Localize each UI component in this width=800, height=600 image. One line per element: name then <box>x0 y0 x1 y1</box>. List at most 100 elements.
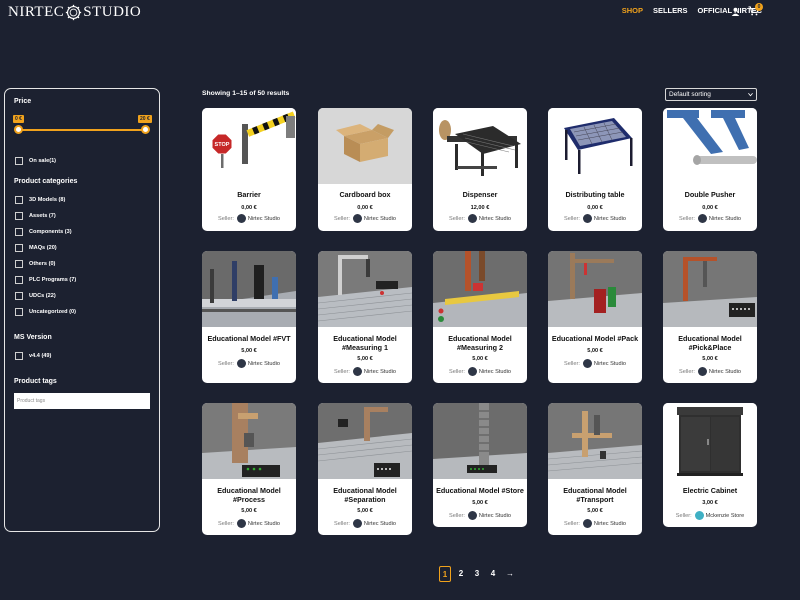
product-image-cardboard-box[interactable] <box>318 108 412 184</box>
product-card[interactable]: Educational Model #Pick&Place 5,00 € Sel… <box>663 251 757 383</box>
sort-select[interactable]: Default sorting <box>665 88 757 101</box>
product-card[interactable]: Dispenser 12,00 € Seller: Nirtec Studio <box>433 108 527 231</box>
category-label: PLC Programs (7) <box>29 277 77 283</box>
ms-version-item[interactable]: v4.4 (49) <box>15 352 51 360</box>
product-image-double-pusher[interactable] <box>663 108 757 184</box>
product-image-dispenser[interactable] <box>433 108 527 184</box>
product-seller[interactable]: Seller: Nirtec Studio <box>202 359 296 368</box>
product-title[interactable]: Educational Model #Separation <box>320 486 410 504</box>
product-image-distributing-table[interactable] <box>548 108 642 184</box>
product-image-model-pack[interactable] <box>548 251 642 327</box>
category-checkbox[interactable] <box>15 244 23 252</box>
category-checkbox[interactable] <box>15 260 23 268</box>
price-slider-min-handle[interactable] <box>14 125 23 134</box>
product-title[interactable]: Educational Model #Pack <box>550 334 640 343</box>
product-title[interactable]: Educational Model #Transport <box>550 486 640 504</box>
category-item[interactable]: Others (0) <box>15 260 55 268</box>
on-sale-filter[interactable]: On sale(1) <box>15 157 56 165</box>
category-label: 3D Models (8) <box>29 197 66 203</box>
page-1-button[interactable]: 1 <box>439 566 451 582</box>
product-title[interactable]: Cardboard box <box>320 190 410 199</box>
product-seller[interactable]: Seller: Nirtec Studio <box>548 519 642 528</box>
product-card[interactable]: Educational Model #Measuring 2 5,00 € Se… <box>433 251 527 383</box>
product-card[interactable]: Educational Model #Process 5,00 € Seller… <box>202 403 296 535</box>
price-slider-max-handle[interactable] <box>141 125 150 134</box>
category-item[interactable]: PLC Programs (7) <box>15 276 76 284</box>
product-card[interactable]: Cardboard box 0,00 € Seller: Nirtec Stud… <box>318 108 412 231</box>
category-checkbox[interactable] <box>15 196 23 204</box>
product-title[interactable]: Educational Model #Store <box>435 486 525 495</box>
product-card[interactable]: Educational Model #Measuring 1 5,00 € Se… <box>318 251 412 383</box>
product-card[interactable]: Educational Model #Pack 5,00 € Seller: N… <box>548 251 642 383</box>
category-item[interactable]: MAQs (20) <box>15 244 57 252</box>
product-seller[interactable]: Seller: Nirtec Studio <box>433 511 527 520</box>
category-checkbox[interactable] <box>15 292 23 300</box>
product-card[interactable]: Educational Model #Separation 5,00 € Sel… <box>318 403 412 535</box>
next-page-arrow-icon[interactable]: → <box>503 566 517 582</box>
product-seller[interactable]: Seller: Nirtec Studio <box>663 214 757 223</box>
product-tags-input[interactable] <box>14 393 150 409</box>
category-item[interactable]: Uncategorized (0) <box>15 308 76 316</box>
product-image-model-store[interactable] <box>433 403 527 479</box>
product-card[interactable]: Electric Cabinet 3,00 € Seller: Mckenzie… <box>663 403 757 527</box>
seller-name: Nirtec Studio <box>363 520 396 527</box>
category-item[interactable]: Components (3) <box>15 228 72 236</box>
product-card[interactable]: Distributing table 0,00 € Seller: Nirtec… <box>548 108 642 231</box>
page-2-button[interactable]: 2 <box>455 566 467 582</box>
page-3-button[interactable]: 3 <box>471 566 483 582</box>
product-card[interactable]: Educational Model #Transport 5,00 € Sell… <box>548 403 642 535</box>
site-logo[interactable]: NIRTEC STUDIO <box>8 2 141 22</box>
product-title[interactable]: Barrier <box>204 190 294 199</box>
on-sale-checkbox[interactable] <box>15 157 23 165</box>
product-seller[interactable]: Seller: Mckenzie Store <box>663 511 757 520</box>
product-seller[interactable]: Seller: Nirtec Studio <box>433 214 527 223</box>
seller-label: Seller: <box>564 360 580 367</box>
category-item[interactable]: UDCs (22) <box>15 292 56 300</box>
page-4-button[interactable]: 4 <box>487 566 499 582</box>
category-checkbox[interactable] <box>15 308 23 316</box>
product-image-model-measuring-1[interactable] <box>318 251 412 327</box>
product-title[interactable]: Educational Model #Measuring 1 <box>320 334 410 352</box>
nav-sellers[interactable]: SELLERS <box>653 6 688 15</box>
product-card[interactable]: STOP Barrier 0,00 € Seller: Nirtec Studi… <box>202 108 296 231</box>
product-card[interactable]: Double Pusher 0,00 € Seller: Nirtec Stud… <box>663 108 757 231</box>
product-title[interactable]: Electric Cabinet <box>665 486 755 495</box>
product-card[interactable]: Educational Model #FVT 5,00 € Seller: Ni… <box>202 251 296 383</box>
product-seller[interactable]: Seller: Nirtec Studio <box>318 214 412 223</box>
user-icon[interactable] <box>731 7 740 16</box>
category-checkbox[interactable] <box>15 276 23 284</box>
product-card[interactable]: Educational Model #Store 5,00 € Seller: … <box>433 403 527 527</box>
product-image-model-measuring-2[interactable] <box>433 251 527 327</box>
product-image-model-fvt[interactable] <box>202 251 296 327</box>
seller-name: Nirtec Studio <box>363 368 396 375</box>
product-image-electric-cabinet[interactable] <box>663 403 757 479</box>
product-title[interactable]: Distributing table <box>550 190 640 199</box>
category-checkbox[interactable] <box>15 212 23 220</box>
product-seller[interactable]: Seller: Nirtec Studio <box>202 214 296 223</box>
product-title[interactable]: Dispenser <box>435 190 525 199</box>
category-item[interactable]: 3D Models (8) <box>15 196 65 204</box>
product-seller[interactable]: Seller: Nirtec Studio <box>548 214 642 223</box>
product-seller[interactable]: Seller: Nirtec Studio <box>548 359 642 368</box>
product-image-model-pick-place[interactable] <box>663 251 757 327</box>
product-image-model-process[interactable] <box>202 403 296 479</box>
product-title[interactable]: Educational Model #Process <box>204 486 294 504</box>
product-price: 3,00 € <box>702 500 718 506</box>
product-title[interactable]: Double Pusher <box>665 190 755 199</box>
product-title[interactable]: Educational Model #Pick&Place <box>665 334 755 352</box>
nav-shop[interactable]: SHOP <box>622 6 643 15</box>
product-title[interactable]: Educational Model #Measuring 2 <box>435 334 525 352</box>
ms-version-checkbox[interactable] <box>15 352 23 360</box>
product-seller[interactable]: Seller: Nirtec Studio <box>202 519 296 528</box>
product-seller[interactable]: Seller: Nirtec Studio <box>433 367 527 376</box>
product-image-model-separation[interactable] <box>318 403 412 479</box>
category-item[interactable]: Assets (7) <box>15 212 56 220</box>
category-checkbox[interactable] <box>15 228 23 236</box>
seller-avatar-icon <box>352 367 362 376</box>
product-seller[interactable]: Seller: Nirtec Studio <box>318 367 412 376</box>
product-seller[interactable]: Seller: Nirtec Studio <box>318 519 412 528</box>
product-image-barrier[interactable]: STOP <box>202 108 296 184</box>
product-seller[interactable]: Seller: Nirtec Studio <box>663 367 757 376</box>
product-title[interactable]: Educational Model #FVT <box>204 334 294 343</box>
product-image-model-transport[interactable] <box>548 403 642 479</box>
